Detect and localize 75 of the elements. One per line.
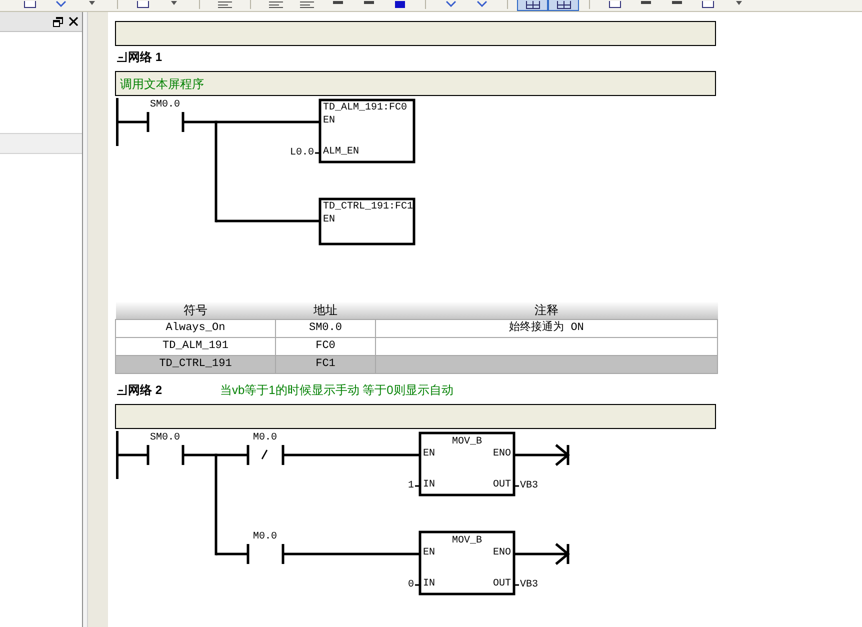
list-icon <box>300 1 314 8</box>
comment-field[interactable] <box>115 21 716 46</box>
pin-label: IN <box>423 578 436 590</box>
network-title: 网络 2 <box>128 383 162 397</box>
collapse-icon[interactable] <box>117 52 127 62</box>
pin-label: ENO <box>492 548 511 558</box>
power-rail <box>116 98 118 146</box>
column-header: 地址 <box>276 302 376 320</box>
restore-button[interactable] <box>52 16 64 28</box>
list-icon <box>218 1 232 8</box>
pin-line <box>315 152 320 154</box>
pin-label: ALM_EN <box>323 146 360 158</box>
table-cell: TD_CTRL_191 <box>116 356 276 374</box>
output-arrow-icon <box>554 542 570 566</box>
toolbar-button[interactable] <box>548 0 579 11</box>
close-button[interactable] <box>67 16 79 28</box>
table-row[interactable]: TD_CTRL_191 FC1 <box>116 356 718 374</box>
pin-line <box>415 485 420 487</box>
wire <box>117 454 148 456</box>
pin-label: ENO <box>492 448 511 460</box>
operand-label: M0.0 <box>253 432 277 444</box>
operand-label: SM0.0 <box>150 100 180 110</box>
wire <box>117 120 148 124</box>
table-cell: 始终接通为 ON <box>376 320 718 338</box>
column-header: 注释 <box>376 302 718 320</box>
operand-label: L0.0 <box>290 148 314 158</box>
operand-label: VB3 <box>520 480 538 492</box>
page-icon <box>702 1 714 8</box>
grid-icon <box>556 1 570 9</box>
table-cell: FC1 <box>276 356 376 374</box>
operand-label: 0 <box>408 580 414 590</box>
close-icon <box>68 17 78 26</box>
pin-label: EN <box>323 214 336 226</box>
pin-label: OUT <box>492 480 511 490</box>
pin-label: EN <box>423 448 436 460</box>
block-title: MOV_B <box>452 436 482 448</box>
page-icon <box>136 1 148 8</box>
pin-label: OUT <box>492 578 511 590</box>
network-comment: 当vb等于1的时候显示手动 等于0则显示自动 <box>220 383 454 397</box>
column-header: 符号 <box>116 302 276 320</box>
caret-icon <box>170 1 176 5</box>
pin-label: EN <box>423 548 436 558</box>
operand-label: VB3 <box>520 580 538 590</box>
network-title: 网络 1 <box>128 50 162 64</box>
caret-icon <box>88 1 94 5</box>
power-rail <box>116 431 118 479</box>
square-icon <box>394 1 404 8</box>
block-title: MOV_B <box>452 536 482 546</box>
collapse-icon[interactable] <box>117 385 127 395</box>
pin-line <box>514 485 519 487</box>
wire <box>514 454 556 456</box>
table-cell: SM0.0 <box>276 320 376 338</box>
pin-label: EN <box>323 116 336 126</box>
operand-label: 1 <box>408 480 414 492</box>
restore-icon <box>53 16 63 26</box>
grid-icon <box>526 1 540 9</box>
list-icon <box>268 1 282 8</box>
page-icon <box>608 1 620 8</box>
pin-label: IN <box>423 480 436 490</box>
comment-field[interactable] <box>115 404 716 429</box>
caret-icon <box>736 1 742 5</box>
operand-label: SM0.0 <box>150 432 180 444</box>
output-arrow-icon <box>554 444 570 466</box>
toolbar-button[interactable] <box>517 0 548 11</box>
page-icon <box>24 1 36 8</box>
table-row[interactable]: Always_On SM0.0 始终接通为 ON <box>116 320 718 338</box>
block-title: TD_ALM_191:FC0 <box>323 102 408 114</box>
table-row[interactable]: TD_ALM_191 FC0 <box>116 338 718 356</box>
operand-label: M0.0 <box>253 532 277 542</box>
pin-line <box>415 584 420 586</box>
block-title: TD_CTRL_191:FC1 <box>323 202 414 212</box>
pin-line <box>514 584 519 586</box>
table-cell: Always_On <box>116 320 276 338</box>
comment-field[interactable]: 调用文本屏程序 <box>115 71 716 96</box>
wire <box>514 552 556 556</box>
